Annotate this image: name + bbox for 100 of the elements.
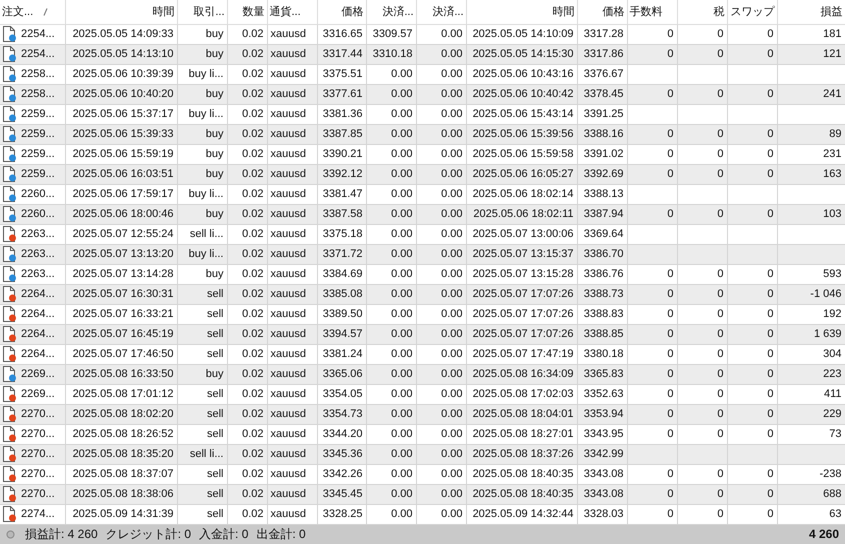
table-cell: 0 (677, 364, 727, 384)
table-cell: 688 (777, 484, 845, 504)
table-cell: 2025.05.07 13:00:06 (466, 224, 577, 244)
column-header[interactable]: 時間 (65, 0, 177, 24)
table-cell: buy li... (177, 184, 227, 204)
table-cell: 3381.24 (317, 344, 366, 364)
table-cell: 3388.73 (577, 284, 627, 304)
table-cell: 0.02 (227, 144, 267, 164)
table-cell: 3328.25 (317, 504, 366, 524)
table-cell: 3342.99 (577, 444, 627, 464)
table-cell: 0.00 (416, 424, 466, 444)
order-number: 2258... (21, 68, 55, 80)
table-cell: 0 (677, 24, 727, 44)
table-cell: 3387.94 (577, 204, 627, 224)
table-cell: 2025.05.07 17:07:26 (466, 304, 577, 324)
table-cell: 2025.05.05 14:15:30 (466, 44, 577, 64)
order-number: 2270... (21, 488, 55, 500)
table-cell: xauusd (267, 124, 317, 144)
column-header[interactable]: 時間 (466, 0, 577, 24)
table-cell: xauusd (267, 24, 317, 44)
table-cell: 2025.05.07 13:13:20 (65, 244, 177, 264)
table-cell: 2025.05.09 14:32:44 (466, 504, 577, 524)
table-cell: 63 (777, 504, 845, 524)
status-dot-icon (6, 530, 15, 539)
table-cell: 3317.86 (577, 44, 627, 64)
table-cell: 0.02 (227, 124, 267, 144)
table-cell: 0 (627, 284, 677, 304)
table-cell: 2025.05.08 16:34:09 (466, 364, 577, 384)
table-cell: xauusd (267, 244, 317, 264)
table-cell: 0.00 (416, 284, 466, 304)
table-cell: 0.00 (416, 104, 466, 124)
column-header[interactable]: 数量 (227, 0, 267, 24)
table-cell: 0.02 (227, 484, 267, 504)
table-cell: 0 (727, 464, 777, 484)
column-header[interactable]: 通貨... (267, 0, 317, 24)
table-cell: 3381.47 (317, 184, 366, 204)
table-cell: 3384.69 (317, 264, 366, 284)
table-cell: 0 (727, 124, 777, 144)
order-number: 2270... (21, 468, 55, 480)
table-cell: 0.00 (416, 304, 466, 324)
table-cell: 2025.05.06 15:43:14 (466, 104, 577, 124)
column-header[interactable]: 価格 (577, 0, 627, 24)
column-header[interactable]: 取引... (177, 0, 227, 24)
table-cell: 0 (727, 264, 777, 284)
table-cell: 121 (777, 44, 845, 64)
table-cell: 593 (777, 264, 845, 284)
table-cell: 3342.26 (317, 464, 366, 484)
table-cell: 0.02 (227, 224, 267, 244)
order-number: 2269... (21, 388, 55, 400)
order-number: 2259... (21, 148, 55, 160)
table-cell: 0.02 (227, 424, 267, 444)
table-cell: 0 (677, 284, 727, 304)
table-cell: 0.00 (366, 84, 416, 104)
table-cell: xauusd (267, 364, 317, 384)
table-cell: 0.00 (366, 104, 416, 124)
table-cell: sell (177, 504, 227, 524)
column-header[interactable]: スワップ (727, 0, 777, 24)
table-cell: 0.02 (227, 464, 267, 484)
table-cell: 0 (727, 304, 777, 324)
table-cell: 0.00 (366, 304, 416, 324)
table-cell: 2025.05.05 14:10:09 (466, 24, 577, 44)
table-cell: 3375.18 (317, 224, 366, 244)
order-number: 2263... (21, 268, 55, 280)
table-cell: 0.00 (366, 244, 416, 264)
table-cell: 0.02 (227, 364, 267, 384)
table-cell: 3387.58 (317, 204, 366, 224)
column-header[interactable]: 注文... (0, 0, 65, 24)
table-cell: xauusd (267, 324, 317, 344)
table-cell: 2025.05.06 16:05:27 (466, 164, 577, 184)
table-cell: xauusd (267, 384, 317, 404)
table-cell: 0 (677, 264, 727, 284)
table-cell: 0 (727, 484, 777, 504)
column-header[interactable]: 価格 (317, 0, 366, 24)
table-cell: 3381.36 (317, 104, 366, 124)
table-cell: 231 (777, 144, 845, 164)
table-cell: 223 (777, 364, 845, 384)
table-cell: 0 (627, 324, 677, 344)
table-cell: 2025.05.07 12:55:24 (65, 224, 177, 244)
table-cell: xauusd (267, 484, 317, 504)
table-cell: 0.02 (227, 324, 267, 344)
table-cell: 0.00 (416, 484, 466, 504)
table-cell: 0.00 (366, 164, 416, 184)
table-cell: 0 (677, 484, 727, 504)
column-header[interactable]: 税 (677, 0, 727, 24)
table-cell: 0 (677, 204, 727, 224)
table-cell: 0.02 (227, 164, 267, 184)
table-cell: 2025.05.06 15:39:56 (466, 124, 577, 144)
column-header[interactable]: 決済... (366, 0, 416, 24)
table-cell: buy (177, 24, 227, 44)
order-number: 2259... (21, 108, 55, 120)
table-cell: sell (177, 484, 227, 504)
table-cell: 0 (727, 144, 777, 164)
table-cell: 0 (627, 404, 677, 424)
table-cell: 0 (677, 304, 727, 324)
table-cell: 0.00 (366, 444, 416, 464)
column-header[interactable]: 手数料 (627, 0, 677, 24)
column-header[interactable]: 損益 (777, 0, 845, 24)
table-cell: 0.00 (416, 224, 466, 244)
table-cell: 0.00 (416, 324, 466, 344)
column-header[interactable]: 決済... (416, 0, 466, 24)
